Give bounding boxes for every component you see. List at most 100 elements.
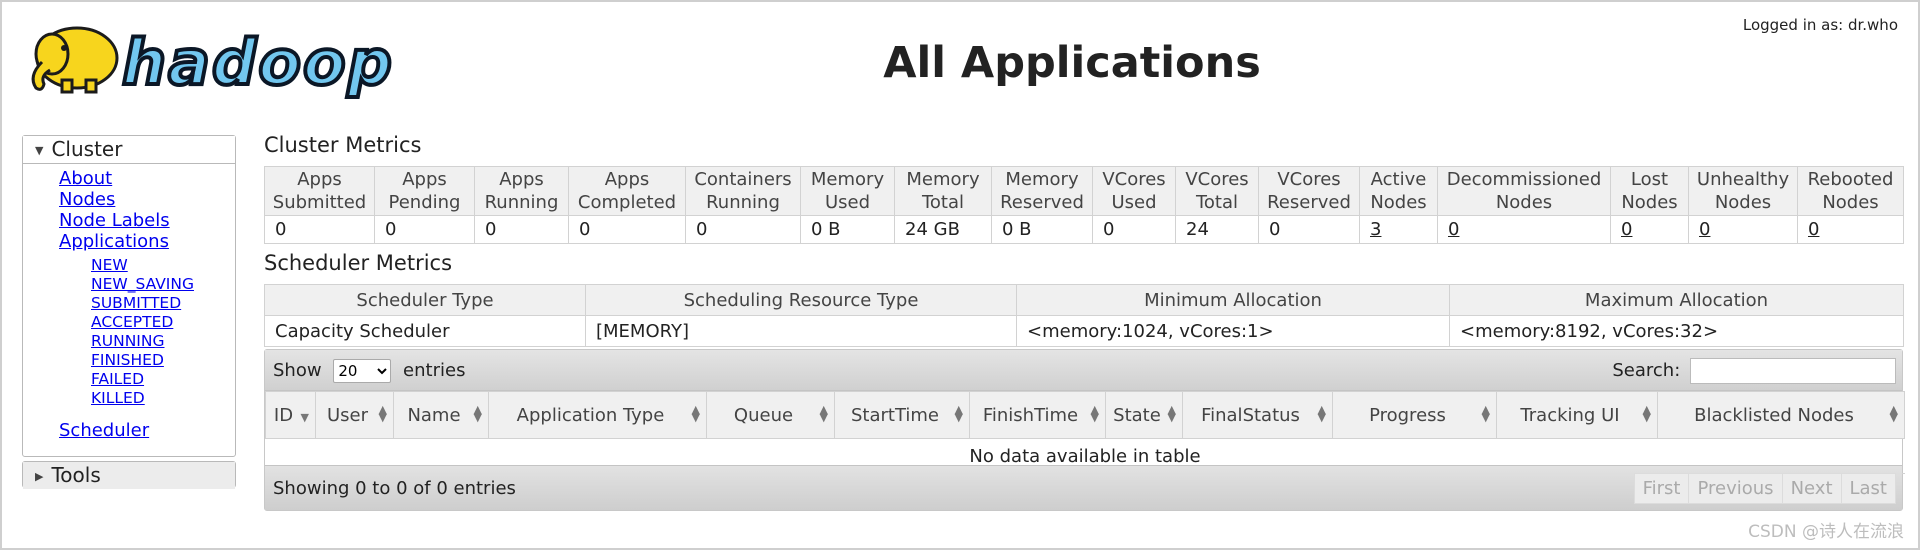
metric-link-rebooted-nodes[interactable]: 0 [1808,219,1819,240]
tools-menu-header[interactable]: ▶ Tools [23,462,235,489]
metric-header-vcores-reserved: VCores Reserved [1258,166,1360,216]
metric-value-lost-nodes: 0 [1610,215,1689,244]
sort-icon[interactable]: ▲ ▼ [379,404,387,423]
page-size-control: Show 20 entries [273,359,465,383]
pager-first-button[interactable]: First [1633,473,1690,504]
scheduler-metrics-header-row: Scheduler Type Scheduling Resource Type Mi… [264,284,1904,316]
column-label: FinishTime [982,404,1079,426]
column-label: FinalStatus [1201,404,1300,426]
sidebar-link-scheduler[interactable]: Scheduler [59,420,149,441]
search-label: Search: [1612,360,1681,381]
metric-value-apps-completed: 0 [568,215,686,244]
metric-link-active-nodes[interactable]: 3 [1370,219,1381,240]
metric-link-decommissioned-nodes[interactable]: 0 [1448,219,1459,240]
sort-descending-icon[interactable]: ▼ [301,406,309,423]
column-header-starttime[interactable]: StartTime ▲ ▼ [834,391,970,439]
sort-icon[interactable]: ▲ ▼ [1168,404,1176,423]
page-size-select[interactable]: 20 [333,359,392,383]
app-state-new[interactable]: NEW [91,256,128,275]
scheduler-header-minimum-allocation: Minimum Allocation [1016,284,1450,316]
column-header-user[interactable]: User ▲ ▼ [315,391,394,439]
search-control: Search: [1612,358,1896,384]
scheduler-value-minimum-allocation: <memory:1024, vCores:1> [1016,315,1450,347]
triangle-right-icon: ▶ [35,470,44,483]
cluster-menu-header[interactable]: ▼ Cluster [23,136,235,164]
app-state-submitted[interactable]: SUBMITTED [91,294,181,313]
column-header-progress[interactable]: Progress ▲ ▼ [1332,391,1497,439]
watermark: CSDN @诗人在流浪 [1748,522,1904,542]
table-info: Showing 0 to 0 of 0 entries [273,478,516,499]
cluster-metrics-header-row: Apps Submitted Apps Pending Apps Running Ap… [264,166,1904,216]
metric-link-lost-nodes[interactable]: 0 [1621,219,1632,240]
logo-wordmark: hadoop [120,26,394,100]
sort-icon[interactable]: ▲ ▼ [1091,404,1099,423]
sort-icon[interactable]: ▲ ▼ [820,404,828,423]
sort-icon[interactable]: ▲ ▼ [955,404,963,423]
column-label: Name [407,404,461,426]
scheduler-header-scheduler-type: Scheduler Type [264,284,586,316]
metric-value-apps-submitted: 0 [264,215,375,244]
hadoop-logo: hadoop [22,16,402,108]
app-state-accepted[interactable]: ACCEPTED [91,313,173,332]
column-header-tracking-ui[interactable]: Tracking UI ▲ ▼ [1496,391,1658,439]
app-state-running[interactable]: RUNNING [91,332,164,351]
sidebar-link-node-labels[interactable]: Node Labels [59,210,170,231]
sort-icon[interactable]: ▲ ▼ [1318,404,1326,423]
sidebar-link-nodes[interactable]: Nodes [59,189,115,210]
column-header-blacklisted-nodes[interactable]: Blacklisted Nodes ▲ ▼ [1657,391,1905,439]
metric-link-unhealthy-nodes[interactable]: 0 [1699,219,1710,240]
pager-next-button[interactable]: Next [1781,473,1842,504]
metric-value-vcores-used: 0 [1092,215,1176,244]
column-header-id[interactable]: ID ▼ [265,391,316,439]
page-title: All Applications [883,38,1261,88]
search-input[interactable] [1690,358,1896,384]
column-label: User [326,404,369,426]
column-header-queue[interactable]: Queue ▲ ▼ [706,391,835,439]
app-state-new-saving[interactable]: NEW_SAVING [91,275,194,294]
pager-previous-button[interactable]: Previous [1688,473,1783,504]
column-label: Queue [733,404,794,426]
sort-icon[interactable]: ▲ ▼ [692,404,700,423]
metric-value-vcores-total: 24 [1175,215,1259,244]
scheduler-value-scheduling-resource-type: [MEMORY] [585,315,1017,347]
metric-header-rebooted-nodes: Rebooted Nodes [1797,166,1904,216]
sort-icon[interactable]: ▲ ▼ [1643,404,1651,423]
scheduler-metrics-table: Scheduler Type Scheduling Resource Type Mi… [264,284,1904,347]
metric-header-memory-used: Memory Used [800,166,895,216]
login-status: Logged in as: dr.who [1742,16,1898,34]
triangle-down-icon: ▼ [35,144,44,157]
metric-header-vcores-total: VCores Total [1175,166,1259,216]
column-label: Tracking UI [1520,404,1620,426]
sort-icon[interactable]: ▲ ▼ [1482,404,1490,423]
metric-value-unhealthy-nodes: 0 [1688,215,1798,244]
metric-value-containers-running: 0 [685,215,801,244]
pager-last-button[interactable]: Last [1840,473,1896,504]
show-label: Show [273,360,322,381]
column-header-finishtime[interactable]: FinishTime ▲ ▼ [969,391,1106,439]
column-label: ID [273,404,294,426]
applications-footer: Showing 0 to 0 of 0 entries First Previo… [265,465,1902,510]
app-state-failed[interactable]: FAILED [91,370,144,389]
applications-header-row: ID ▼ User ▲ ▼ Name ▲ ▼ Application Type ▲ ▼ Queue ▲ ▼… [265,391,1905,439]
scheduler-value-scheduler-type: Capacity Scheduler [264,315,586,347]
app-state-finished[interactable]: FINISHED [91,351,164,370]
column-header-application-type[interactable]: Application Type ▲ ▼ [488,391,707,439]
metric-value-rebooted-nodes: 0 [1797,215,1904,244]
scheduler-header-scheduling-resource-type: Scheduling Resource Type [585,284,1017,316]
metric-value-memory-total: 24 GB [894,215,992,244]
cluster-menu: ▼ Cluster About Nodes Node Labels Applica… [22,135,236,457]
sidebar-link-about[interactable]: About [59,168,112,189]
sidebar-link-applications[interactable]: Applications [59,231,169,252]
column-header-finalstatus[interactable]: FinalStatus ▲ ▼ [1182,391,1333,439]
metric-header-apps-completed: Apps Completed [568,166,686,216]
tools-menu[interactable]: ▶ Tools [22,461,236,489]
sort-icon[interactable]: ▲ ▼ [474,404,482,423]
sort-icon[interactable]: ▲ ▼ [1890,404,1898,423]
metric-header-decommissioned-nodes: Decommissioned Nodes [1437,166,1611,216]
column-label: Blacklisted Nodes [1694,404,1854,426]
metric-header-apps-pending: Apps Pending [374,166,475,216]
app-state-killed[interactable]: KILLED [91,389,145,408]
column-header-name[interactable]: Name ▲ ▼ [393,391,489,439]
column-header-state[interactable]: State ▲ ▼ [1105,391,1183,439]
applications-panel: Show 20 entries Search: ID ▼ User ▲ ▼ Name ▲ ▼ A… [264,349,1905,511]
